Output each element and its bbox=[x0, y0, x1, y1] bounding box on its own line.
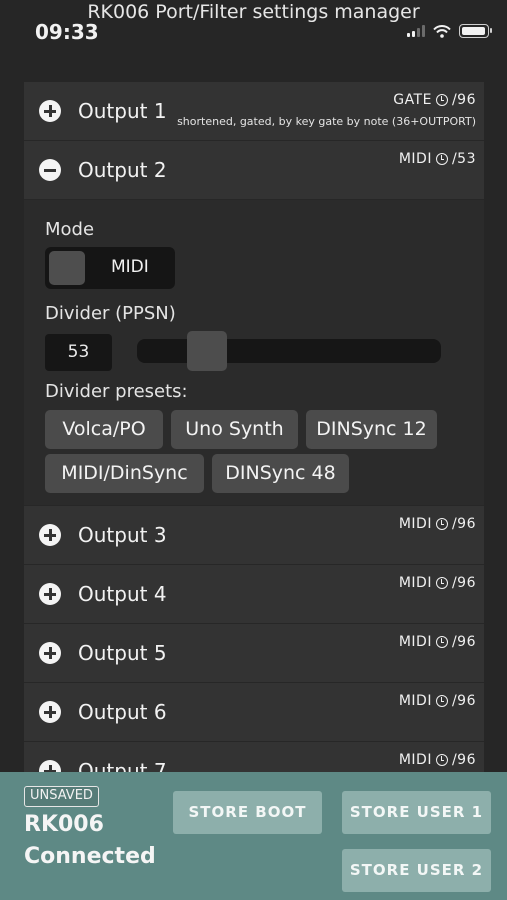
clock-icon bbox=[435, 695, 448, 707]
preset-button-midi-dinsync[interactable]: MIDI/DinSync bbox=[45, 454, 204, 493]
output-row-3[interactable]: Output 3 MIDI /96 bbox=[24, 506, 484, 565]
preset-button-dinsync-48[interactable]: DINSync 48 bbox=[212, 454, 349, 493]
clock-icon bbox=[435, 636, 448, 648]
output-name: Output 5 bbox=[78, 641, 167, 665]
output-status: MIDI /53 bbox=[399, 151, 476, 167]
output-divider: /96 bbox=[451, 634, 476, 650]
output-mode: MIDI bbox=[398, 151, 432, 167]
status-bar: 09:33 bbox=[0, 18, 507, 46]
expand-plus-icon[interactable] bbox=[39, 524, 61, 546]
output-description: shortened, gated, by key gate by note (3… bbox=[177, 115, 476, 128]
clock-icon bbox=[435, 577, 448, 589]
output-status: MIDI /96 bbox=[399, 752, 476, 768]
output-divider: /96 bbox=[451, 752, 476, 768]
output-status: MIDI /96 bbox=[399, 634, 476, 650]
signal-icon bbox=[407, 25, 425, 37]
wifi-icon bbox=[433, 24, 451, 38]
status-icons bbox=[407, 24, 492, 38]
divider-slider[interactable] bbox=[137, 331, 441, 371]
output-row-4[interactable]: Output 4 MIDI /96 bbox=[24, 565, 484, 624]
device-name: RK006 bbox=[24, 812, 104, 837]
clock-time: 09:33 bbox=[35, 20, 99, 44]
output-mode: GATE bbox=[393, 92, 432, 108]
preset-button-volca-po[interactable]: Volca/PO bbox=[45, 410, 163, 449]
slider-thumb[interactable] bbox=[187, 331, 228, 371]
collapse-minus-icon[interactable] bbox=[39, 159, 61, 181]
presets-label: Divider presets: bbox=[45, 381, 188, 402]
output-status: MIDI /96 bbox=[399, 575, 476, 591]
mode-value: MIDI bbox=[111, 257, 149, 277]
output-mode: MIDI bbox=[398, 693, 432, 709]
output-row-1[interactable]: Output 1 GATE /96 shortened, gated, by k… bbox=[24, 82, 484, 141]
battery-icon bbox=[459, 24, 492, 38]
output-name: Output 4 bbox=[78, 582, 167, 606]
output-divider: /53 bbox=[451, 151, 476, 167]
output-status: MIDI /96 bbox=[399, 693, 476, 709]
output-mode: MIDI bbox=[398, 752, 432, 768]
footer-bar: UNSAVED RK006 Connected STORE BOOT STORE… bbox=[0, 772, 507, 900]
output-status: GATE /96 bbox=[393, 92, 476, 108]
output-divider: /96 bbox=[451, 516, 476, 532]
output-mode: MIDI bbox=[398, 575, 432, 591]
clock-icon bbox=[435, 94, 448, 106]
output-2-settings-panel: Mode MIDI Divider (PPSN) 53 Divider pres… bbox=[24, 200, 484, 506]
toggle-knob[interactable] bbox=[49, 251, 85, 285]
store-user-2-button[interactable]: STORE USER 2 bbox=[342, 849, 491, 892]
expand-plus-icon[interactable] bbox=[39, 100, 61, 122]
clock-icon bbox=[435, 754, 448, 766]
output-row-5[interactable]: Output 5 MIDI /96 bbox=[24, 624, 484, 683]
store-user-1-button[interactable]: STORE USER 1 bbox=[342, 791, 491, 834]
preset-button-dinsync-12[interactable]: DINSync 12 bbox=[306, 410, 437, 449]
output-divider: /96 bbox=[451, 92, 476, 108]
output-name: Output 2 bbox=[78, 158, 167, 182]
expand-plus-icon[interactable] bbox=[39, 642, 61, 664]
unsaved-badge: UNSAVED bbox=[24, 786, 99, 807]
output-status: MIDI /96 bbox=[399, 516, 476, 532]
expand-plus-icon[interactable] bbox=[39, 583, 61, 605]
output-divider: /96 bbox=[451, 575, 476, 591]
divider-input[interactable]: 53 bbox=[45, 334, 112, 371]
output-row-2[interactable]: Output 2 MIDI /53 bbox=[24, 141, 484, 200]
output-name: Output 1 bbox=[78, 99, 167, 123]
clock-icon bbox=[435, 153, 448, 165]
output-name: Output 6 bbox=[78, 700, 167, 724]
output-divider: /96 bbox=[451, 693, 476, 709]
outputs-list: Output 1 GATE /96 shortened, gated, by k… bbox=[24, 82, 484, 801]
output-row-6[interactable]: Output 6 MIDI /96 bbox=[24, 683, 484, 742]
connection-status: Connected bbox=[24, 844, 156, 869]
store-boot-button[interactable]: STORE BOOT bbox=[173, 791, 322, 834]
output-mode: MIDI bbox=[398, 634, 432, 650]
mode-label: Mode bbox=[45, 219, 95, 240]
mode-toggle[interactable]: MIDI bbox=[45, 247, 175, 289]
output-mode: MIDI bbox=[398, 516, 432, 532]
preset-button-uno-synth[interactable]: Uno Synth bbox=[171, 410, 298, 449]
clock-icon bbox=[435, 518, 448, 530]
output-name: Output 3 bbox=[78, 523, 167, 547]
expand-plus-icon[interactable] bbox=[39, 701, 61, 723]
divider-label: Divider (PPSN) bbox=[45, 303, 176, 324]
